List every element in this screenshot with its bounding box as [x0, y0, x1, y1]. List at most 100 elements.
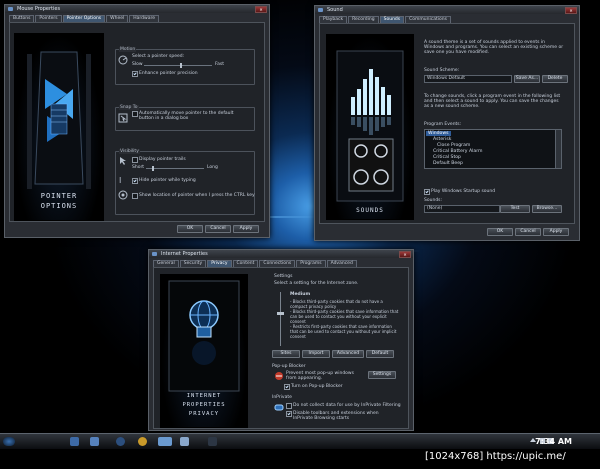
- slider-thumb[interactable]: [180, 63, 182, 68]
- import-button[interactable]: Import: [302, 350, 330, 358]
- ok-button[interactable]: OK: [487, 228, 513, 236]
- advanced-button[interactable]: Advanced: [332, 350, 364, 358]
- list-item[interactable]: Close Program: [437, 143, 470, 148]
- speed-icon: [118, 55, 128, 65]
- apply-button[interactable]: Apply: [543, 228, 569, 236]
- tab-general[interactable]: General: [153, 260, 179, 267]
- tab-recording[interactable]: Recording: [348, 16, 379, 23]
- pointer-trails-label: Display pointer trails: [139, 157, 186, 162]
- tab-strip: General Security Privacy Content Connect…: [153, 260, 358, 267]
- title-bar[interactable]: Mouse Properties ✕: [5, 5, 269, 13]
- media-player-icon[interactable]: [138, 437, 147, 446]
- sounds-label: Sounds:: [424, 198, 443, 203]
- slider-thumb[interactable]: [277, 312, 284, 315]
- program-events-label: Program Events:: [424, 122, 462, 127]
- tab-security[interactable]: Security: [179, 260, 207, 267]
- tab-panel: POINTER OPTIONS Motion Select a pointer …: [9, 22, 265, 222]
- sound-scheme-select[interactable]: Windows Default: [424, 75, 512, 83]
- pointer-trails-slider[interactable]: [146, 166, 204, 171]
- inprivate-filtering-label: Do not collect data for use by InPrivate…: [293, 403, 401, 408]
- title-bar[interactable]: Sound ✕: [315, 6, 579, 14]
- tab-strip: Buttons Pointers Pointer Options Wheel H…: [9, 15, 160, 22]
- sound-theme-description: A sound theme is a set of sounds applied…: [424, 40, 564, 55]
- popup-blocker-checkbox[interactable]: [284, 384, 290, 390]
- mouse-properties-window: Mouse Properties ✕ Buttons Pointers Poin…: [4, 4, 270, 238]
- explorer-icon[interactable]: [116, 437, 125, 446]
- sounds-select[interactable]: (None): [424, 205, 500, 213]
- tab-pointers[interactable]: Pointers: [35, 15, 62, 22]
- control-panel-icon[interactable]: [158, 437, 172, 446]
- program-events-list[interactable]: Windows Asterisk Close Program Critical …: [424, 129, 556, 169]
- list-item[interactable]: Default Beep: [433, 161, 463, 166]
- play-startup-checkbox[interactable]: [424, 189, 430, 195]
- sound-taskbar-icon[interactable]: [180, 437, 189, 446]
- test-button[interactable]: Test: [500, 205, 530, 213]
- scrollbar[interactable]: [555, 129, 562, 169]
- browse-button[interactable]: Browse...: [532, 205, 562, 213]
- pointer-options-artwork: POINTER OPTIONS: [14, 33, 104, 221]
- pointer-trails-checkbox[interactable]: [132, 157, 138, 163]
- ok-button[interactable]: OK: [177, 225, 203, 233]
- list-item[interactable]: Critical Stop: [433, 155, 461, 160]
- privacy-level-slider[interactable]: [277, 292, 284, 346]
- tab-communications[interactable]: Communications: [405, 16, 451, 23]
- tab-connections[interactable]: Connections: [259, 260, 296, 267]
- enhance-precision-checkbox[interactable]: [132, 71, 138, 77]
- popup-blocker-label: Turn on Pop-up Blocker: [291, 384, 343, 389]
- settings-group-title: Settings: [274, 274, 293, 279]
- tab-wheel[interactable]: Wheel: [106, 15, 129, 22]
- scheme-label: Sound Scheme:: [424, 68, 460, 73]
- save-as-button[interactable]: Save As...: [514, 75, 540, 83]
- cancel-button[interactable]: Cancel: [515, 228, 541, 236]
- snap-to-checkbox[interactable]: [132, 111, 138, 117]
- list-item[interactable]: Windows: [426, 131, 451, 136]
- apply-button[interactable]: Apply: [233, 225, 259, 233]
- snap-to-label: Automatically move pointer to the defaul…: [139, 111, 234, 121]
- tab-sounds[interactable]: Sounds: [379, 16, 405, 23]
- hide-typing-checkbox[interactable]: [132, 178, 138, 184]
- tab-pointer-options[interactable]: Pointer Options: [62, 15, 106, 22]
- close-button[interactable]: ✕: [565, 7, 577, 14]
- taskbar-clock[interactable]: 7:34 AM: [535, 437, 572, 446]
- show-ctrl-label: Show location of pointer when I press th…: [139, 193, 255, 198]
- disable-toolbars-checkbox[interactable]: [286, 411, 292, 417]
- tab-privacy[interactable]: Privacy: [207, 260, 232, 267]
- slider-thumb[interactable]: [152, 166, 154, 171]
- window-title: Internet Properties: [161, 251, 208, 257]
- close-button[interactable]: ✕: [399, 251, 411, 258]
- title-bar[interactable]: Internet Properties ✕: [149, 250, 413, 258]
- privacy-level-name: Medium: [290, 292, 311, 297]
- tab-hardware[interactable]: Hardware: [129, 15, 159, 22]
- cancel-button[interactable]: Cancel: [205, 225, 231, 233]
- close-button[interactable]: ✕: [255, 6, 267, 13]
- tab-advanced[interactable]: Advanced: [326, 260, 357, 267]
- tab-programs[interactable]: Programs: [296, 260, 326, 267]
- tab-playback[interactable]: Playback: [319, 16, 348, 23]
- start-orb-icon[interactable]: [3, 437, 15, 446]
- default-button[interactable]: Default: [366, 350, 394, 358]
- tab-panel: SOUNDS A sound theme is a set of sounds …: [319, 23, 575, 224]
- show-desktop-icon[interactable]: [70, 437, 79, 446]
- sites-button[interactable]: Sites: [272, 350, 300, 358]
- inprivate-group-title: InPrivate: [272, 395, 292, 400]
- settings-instruction: Select a setting for the Internet zone.: [274, 281, 359, 286]
- pointer-speed-slider[interactable]: [144, 63, 212, 68]
- trails-short-label: Short: [132, 165, 145, 170]
- list-item[interactable]: Asterisk: [433, 137, 451, 142]
- tab-content[interactable]: Content: [232, 260, 259, 267]
- tab-buttons[interactable]: Buttons: [9, 15, 35, 22]
- delete-button[interactable]: Delete: [542, 75, 568, 83]
- popup-settings-button[interactable]: Settings: [368, 371, 396, 379]
- list-item[interactable]: Critical Battery Alarm: [433, 149, 483, 154]
- show-ctrl-checkbox[interactable]: [132, 193, 138, 199]
- tab-strip: Playback Recording Sounds Communications: [319, 16, 452, 23]
- art-caption-line2: OPTIONS: [40, 202, 78, 210]
- snap-to-icon: [118, 113, 128, 123]
- group-title: Motion: [119, 47, 137, 52]
- network-icon[interactable]: [90, 437, 99, 446]
- app-taskbar-icon[interactable]: [208, 437, 217, 446]
- watermark: [1024x768] https://upic.me/: [425, 451, 566, 462]
- popup-blocker-icon: [275, 372, 283, 380]
- art-line2: PROPERTIES: [182, 402, 226, 408]
- inprivate-filtering-checkbox[interactable]: [286, 403, 292, 409]
